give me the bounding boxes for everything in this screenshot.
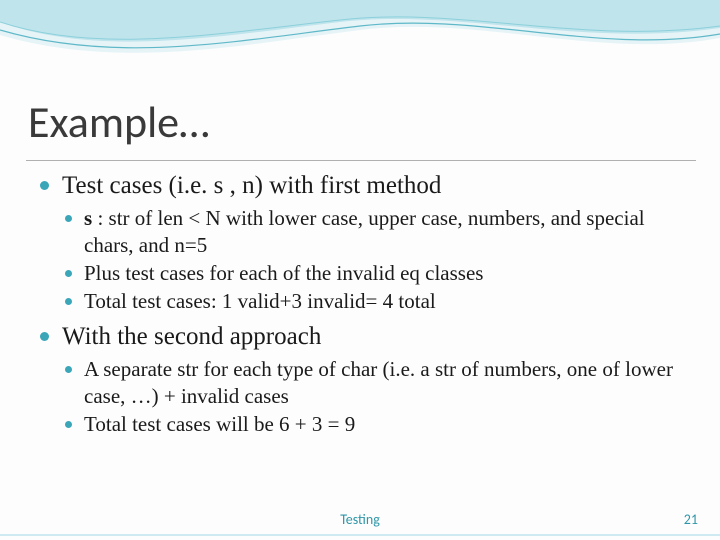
- bottom-border: [0, 534, 720, 536]
- page-number: 21: [684, 511, 698, 528]
- bullet-2: With the second approach A separate str …: [38, 321, 688, 438]
- bullet-2-2: Total test cases will be 6 + 3 = 9: [62, 411, 688, 438]
- bullet-2-1-text: A separate str for each type of char (i.…: [84, 357, 673, 408]
- bullet-1: Test cases (i.e. s , n) with first metho…: [38, 170, 688, 315]
- bullet-1-2-text: Plus test cases for each of the invalid …: [84, 261, 483, 285]
- bullet-2-text: With the second approach: [62, 323, 321, 350]
- slide: Example… Test cases (i.e. s , n) with fi…: [0, 0, 720, 540]
- bullet-1-text: Test cases (i.e. s , n) with first metho…: [62, 172, 441, 199]
- bullet-2-1: A separate str for each type of char (i.…: [62, 356, 688, 410]
- bullet-1-2: Plus test cases for each of the invalid …: [62, 260, 688, 287]
- bullet-1-1-bold: s: [84, 206, 92, 230]
- slide-title: Example…: [28, 95, 209, 149]
- slide-content: Test cases (i.e. s , n) with first metho…: [38, 170, 688, 444]
- bullet-1-1: s : str of len < N with lower case, uppe…: [62, 205, 688, 259]
- bullet-1-3: Total test cases: 1 valid+3 invalid= 4 t…: [62, 288, 688, 315]
- footer-label: Testing: [0, 511, 720, 528]
- bullet-1-1-rest: : str of len < N with lower case, upper …: [84, 206, 645, 257]
- top-wave-decoration: [0, 0, 720, 85]
- title-underline: [26, 160, 696, 161]
- bullet-1-3-text: Total test cases: 1 valid+3 invalid= 4 t…: [84, 289, 436, 313]
- bullet-2-2-text: Total test cases will be 6 + 3 = 9: [84, 412, 355, 436]
